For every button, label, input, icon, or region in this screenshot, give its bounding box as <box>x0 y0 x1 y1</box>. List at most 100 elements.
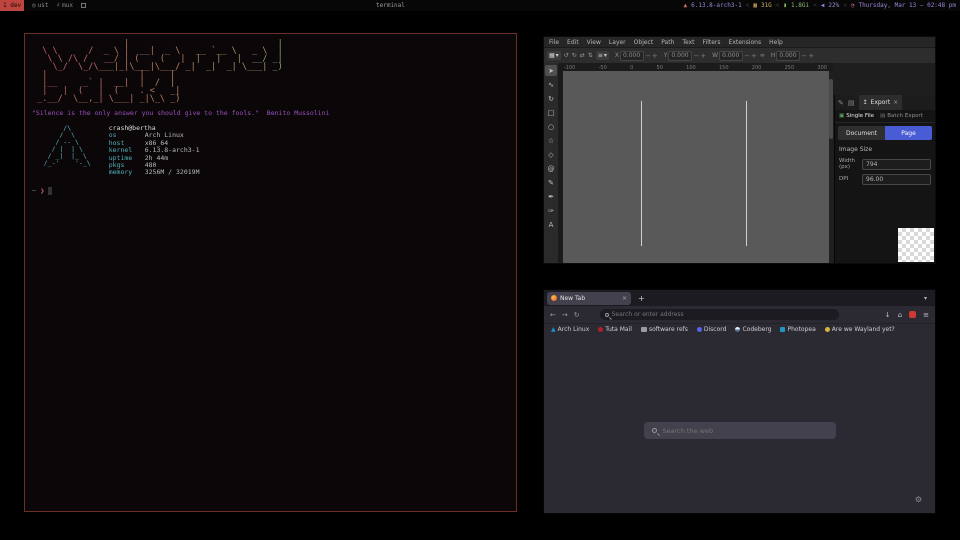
tab-single-file[interactable]: ▣ Single File <box>839 113 874 119</box>
pencil-tool-icon[interactable]: ✎ <box>545 177 557 188</box>
forward-button[interactable]: → <box>562 311 568 319</box>
export-dialog-tab[interactable]: ↥ Export × <box>859 95 903 110</box>
shape-builder-tool-icon[interactable]: ↻ <box>545 93 557 104</box>
extension-icon[interactable]: ⌂ <box>898 311 902 319</box>
terminal-window[interactable]: | | \ \ / _ \ | __| _ \ __ `__ \ _ \ | \… <box>24 33 517 512</box>
menu-path[interactable]: Path <box>661 39 674 46</box>
menu-file[interactable]: File <box>549 39 559 46</box>
increment-icon[interactable]: + <box>652 52 658 60</box>
bookmark-discord[interactable]: Discord <box>697 326 727 333</box>
width-spinbox[interactable]: W 0.000 − + <box>712 51 757 61</box>
h-value[interactable]: 0.000 <box>776 51 800 61</box>
w-value[interactable]: 0.000 <box>719 51 743 61</box>
canvas-row <box>558 71 833 263</box>
text-tool-icon[interactable]: A <box>545 219 557 230</box>
flip-vertical-icon[interactable]: ⇅ <box>588 52 593 59</box>
clock-icon: ◔ <box>851 2 855 9</box>
rotate-ccw-icon[interactable]: ↺ <box>564 52 569 59</box>
decrement-icon[interactable]: − <box>693 52 699 60</box>
y-value[interactable]: 0.000 <box>668 51 692 61</box>
z-order-dropdown[interactable]: ≡ ▾ <box>596 51 609 60</box>
page-button[interactable]: Page <box>885 126 932 140</box>
layers-dialog-icon[interactable]: ▤ <box>848 99 855 107</box>
menu-filters[interactable]: Filters <box>703 39 721 46</box>
bookmark-arch-linux[interactable]: ▲ Arch Linux <box>551 326 589 333</box>
spiral-tool-icon[interactable]: @ <box>545 163 557 174</box>
new-tab-button[interactable]: + <box>638 294 645 303</box>
tab-title: New Tab <box>560 295 585 302</box>
canvas-scrollbar[interactable] <box>829 71 833 263</box>
calligraphy-tool-icon[interactable]: ✑ <box>545 205 557 216</box>
layout-indicator-icon <box>81 3 86 8</box>
image-size-heading: Image Size <box>839 146 931 153</box>
inkscape-window[interactable]: File Edit View Layer Object Path Text Fi… <box>543 36 936 264</box>
tuta-icon <box>598 327 603 332</box>
ellipse-tool-icon[interactable]: ○ <box>545 121 557 132</box>
list-all-tabs-icon[interactable]: ▾ <box>924 295 932 302</box>
menu-text[interactable]: Text <box>682 39 694 46</box>
web-search-input[interactable] <box>663 427 828 435</box>
back-button[interactable]: ← <box>550 311 556 319</box>
page-border-right <box>746 101 747 246</box>
scrollbar-thumb[interactable] <box>829 79 833 139</box>
objects-dialog-icon[interactable]: ✎ <box>838 99 844 107</box>
increment-icon[interactable]: + <box>751 52 757 60</box>
x-spinbox[interactable]: X 0.000 − + <box>615 51 658 61</box>
shell-prompt[interactable]: ~ ❯ <box>32 187 509 195</box>
tab-new-tab[interactable]: New Tab × <box>547 292 631 305</box>
menu-icon[interactable]: ≡ <box>923 311 929 319</box>
search-icon <box>652 428 657 433</box>
menu-help[interactable]: Help <box>769 39 783 46</box>
y-spinbox[interactable]: Y 0.000 − + <box>664 51 706 61</box>
selector-tool-icon[interactable]: ➤ <box>545 65 557 76</box>
prompt-symbol: ❯ <box>40 187 44 195</box>
rectangle-tool-icon[interactable]: □ <box>545 107 557 118</box>
decrement-icon[interactable]: − <box>645 52 651 60</box>
decrement-icon[interactable]: − <box>744 52 750 60</box>
tab-batch-export[interactable]: ▤ Batch Export <box>880 113 923 119</box>
tab-close-icon[interactable]: × <box>622 295 627 302</box>
selection-mode-dropdown[interactable]: ▦ ▾ <box>547 51 561 60</box>
pen-tool-icon[interactable]: ✒ <box>545 191 557 202</box>
bookmark-tuta-mail[interactable]: Tuta Mail <box>598 326 632 333</box>
node-tool-icon[interactable]: ∿ <box>545 79 557 90</box>
width-field-row: Width (px) <box>839 158 931 171</box>
canvas[interactable] <box>563 71 829 263</box>
document-button[interactable]: Document <box>838 126 885 140</box>
dpi-input[interactable] <box>862 174 931 185</box>
decrement-icon[interactable]: − <box>801 52 807 60</box>
dpi-field-row: DPI <box>839 174 931 185</box>
lock-ratio-icon[interactable]: ∞ <box>760 52 765 59</box>
menu-extensions[interactable]: Extensions <box>729 39 762 46</box>
close-icon[interactable]: × <box>893 99 898 106</box>
box-tool-icon[interactable]: ◇ <box>545 149 557 160</box>
x-value[interactable]: 0.000 <box>620 51 644 61</box>
bookmark-photopea[interactable]: Photopea <box>780 326 815 333</box>
workspace-mux[interactable]: ♯ mux <box>57 2 73 9</box>
increment-icon[interactable]: + <box>700 52 706 60</box>
bookmark-folder-software-refs[interactable]: software refs <box>641 326 688 333</box>
separator: < <box>813 2 817 9</box>
personalize-gear-icon[interactable]: ⚙ <box>915 495 922 504</box>
flip-horizontal-icon[interactable]: ⇄ <box>580 52 585 59</box>
increment-icon[interactable]: + <box>808 52 814 60</box>
height-spinbox[interactable]: H 0.000 − + <box>771 51 814 61</box>
rotate-cw-icon[interactable]: ↻ <box>572 52 577 59</box>
menu-layer[interactable]: Layer <box>609 39 626 46</box>
menu-edit[interactable]: Edit <box>567 39 579 46</box>
workspace-ust[interactable]: ◎ ust <box>32 2 48 9</box>
bookmark-codeberg[interactable]: Codeberg <box>735 326 771 333</box>
menu-view[interactable]: View <box>587 39 601 46</box>
firefox-window[interactable]: New Tab × + ▾ ← → ↻ ↓ ⌂ ≡ ▲ Arch Linux T… <box>543 289 936 514</box>
star-tool-icon[interactable]: ☆ <box>545 135 557 146</box>
menu-object[interactable]: Object <box>634 39 654 46</box>
web-search-bar[interactable] <box>644 422 836 439</box>
width-input[interactable] <box>862 159 931 170</box>
downloads-icon[interactable]: ↓ <box>885 311 891 319</box>
workspace-dev[interactable]: 1 dev <box>0 0 24 11</box>
url-input[interactable] <box>612 311 834 318</box>
bookmark-are-we-wayland-yet[interactable]: Are we Wayland yet? <box>825 326 895 333</box>
ublock-icon[interactable] <box>909 311 916 318</box>
url-bar[interactable] <box>600 309 839 320</box>
reload-button[interactable]: ↻ <box>574 311 580 319</box>
